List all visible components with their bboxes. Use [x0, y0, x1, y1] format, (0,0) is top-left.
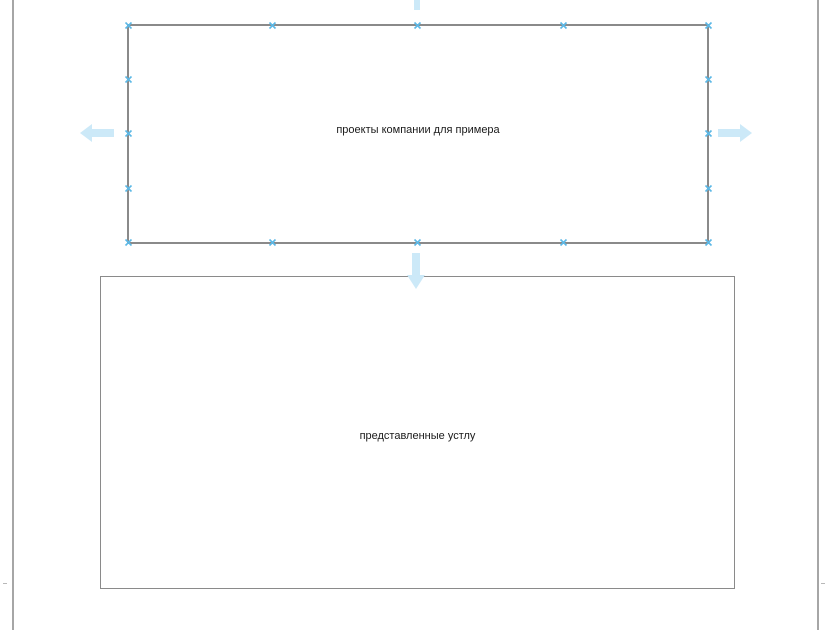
resize-handle-bottom-right-icon[interactable] [704, 238, 713, 247]
resize-handle-bottom-left-icon[interactable] [124, 238, 133, 247]
resize-handle-top-left-icon[interactable] [124, 21, 133, 30]
connection-point-top-icon[interactable] [268, 21, 277, 30]
resize-handle-left-icon[interactable] [124, 129, 133, 138]
arrow-down-icon[interactable] [406, 253, 426, 289]
resize-handle-top-right-icon[interactable] [704, 21, 713, 30]
resize-handle-bottom-icon[interactable] [413, 238, 422, 247]
page-border-left [12, 0, 14, 630]
arrow-up-icon[interactable] [412, 0, 422, 10]
connection-point-left-icon[interactable] [124, 184, 133, 193]
connection-point-bottom-icon[interactable] [268, 238, 277, 247]
arrow-left-icon[interactable] [80, 123, 114, 143]
connection-point-right-icon[interactable] [704, 184, 713, 193]
diagram-canvas[interactable]: проекты компании для примера представлен… [0, 0, 828, 630]
connection-point-left-icon[interactable] [124, 75, 133, 84]
page-border-right [817, 0, 819, 630]
resize-handle-top-icon[interactable] [413, 21, 422, 30]
page-edge-tick-right [821, 583, 825, 584]
connection-point-top-icon[interactable] [559, 21, 568, 30]
shape-label[interactable]: проекты компании для примера [336, 124, 499, 136]
shape-label[interactable]: представленные устлу [360, 430, 476, 442]
connection-point-right-icon[interactable] [704, 75, 713, 84]
page-edge-tick-left [3, 583, 7, 584]
resize-handle-right-icon[interactable] [704, 129, 713, 138]
shape-selected[interactable]: проекты компании для примера [127, 24, 709, 244]
arrow-right-icon[interactable] [718, 123, 752, 143]
shape[interactable]: представленные устлу [100, 276, 735, 589]
connection-point-bottom-icon[interactable] [559, 238, 568, 247]
